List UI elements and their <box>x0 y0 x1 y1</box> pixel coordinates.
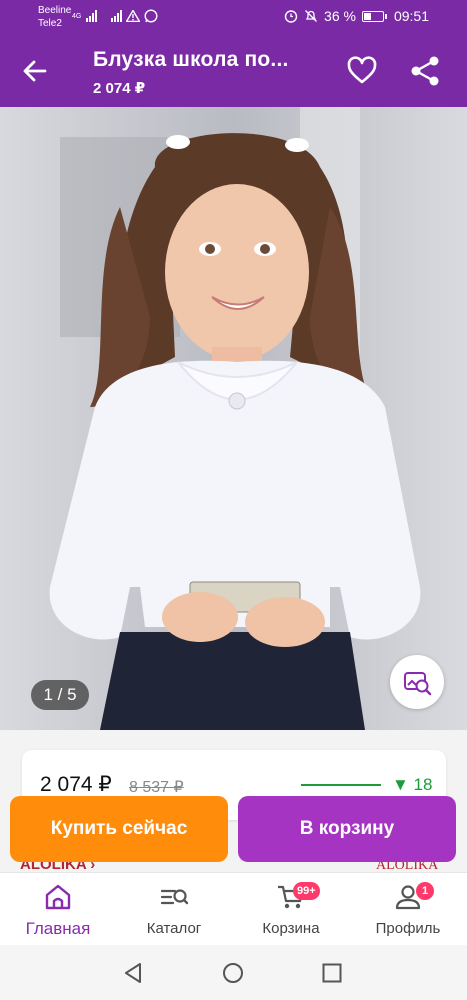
warning-icon <box>126 10 141 22</box>
battery-level <box>363 12 372 20</box>
price-trend-line <box>301 784 381 786</box>
signal-1-icon <box>86 10 98 22</box>
carrier-names: Beeline Tele2 <box>38 4 71 30</box>
status-right: 36 % 09:51 <box>284 8 429 24</box>
old-price: 8 537 ₽ <box>129 779 184 796</box>
home-icon <box>45 884 71 910</box>
status-bar: Beeline Tele2 4G 36 % 09:51 <box>0 0 467 34</box>
nav-item-catalog[interactable]: Каталог <box>116 873 232 946</box>
mute-icon <box>305 10 317 22</box>
whatsapp-icon <box>144 9 158 23</box>
arrow-back-icon[interactable] <box>20 56 50 86</box>
nav-label-catalog: Каталог <box>146 920 202 937</box>
nav-label-home: Главная <box>25 919 91 938</box>
search-similar-button[interactable] <box>390 655 444 709</box>
share-icon[interactable] <box>409 55 441 87</box>
current-price: 2 074 ₽ <box>40 773 112 796</box>
nav-item-home[interactable]: Главная <box>0 873 116 946</box>
system-back-icon[interactable] <box>121 961 145 985</box>
status-left-icons: 4G <box>72 9 158 23</box>
carrier-1: Beeline <box>38 5 72 16</box>
heart-icon[interactable] <box>346 55 378 87</box>
cart-badge: 99+ <box>293 882 320 900</box>
nav-label-cart: Корзина <box>262 920 320 937</box>
nav-item-profile[interactable]: 1 Профиль <box>350 873 466 946</box>
signal-2-icon <box>111 10 123 22</box>
add-to-cart-button[interactable]: В корзину <box>238 796 456 862</box>
battery-percent: 36 % <box>324 8 356 24</box>
image-counter: 1 / 5 <box>31 680 89 710</box>
product-title: Блузка школа по... <box>93 48 289 71</box>
battery-icon <box>361 10 387 22</box>
clock: 09:51 <box>393 8 429 24</box>
profile-badge: 1 <box>416 882 434 900</box>
product-image-gallery[interactable]: 1 / 5 <box>0 107 467 730</box>
app-bar: Блузка школа по... 2 074 ₽ <box>0 34 467 107</box>
image-search-icon <box>404 672 432 696</box>
system-recents-icon[interactable] <box>320 961 344 985</box>
product-photo <box>0 107 467 730</box>
catalog-search-icon <box>160 889 189 905</box>
system-nav-bar <box>0 945 467 1000</box>
network-type: 4G <box>72 12 82 20</box>
nav-item-cart[interactable]: 99+ Корзина <box>233 873 349 946</box>
buy-now-button[interactable]: Купить сейчас <box>10 796 228 862</box>
carrier-2: Tele2 <box>38 18 62 29</box>
bottom-nav: Главная Каталог 99+ Корзина 1 Профиль <box>0 872 467 945</box>
alarm-icon <box>284 10 298 23</box>
system-home-icon[interactable] <box>221 961 245 985</box>
header-price: 2 074 ₽ <box>93 80 146 97</box>
nav-label-profile: Профиль <box>375 920 441 937</box>
